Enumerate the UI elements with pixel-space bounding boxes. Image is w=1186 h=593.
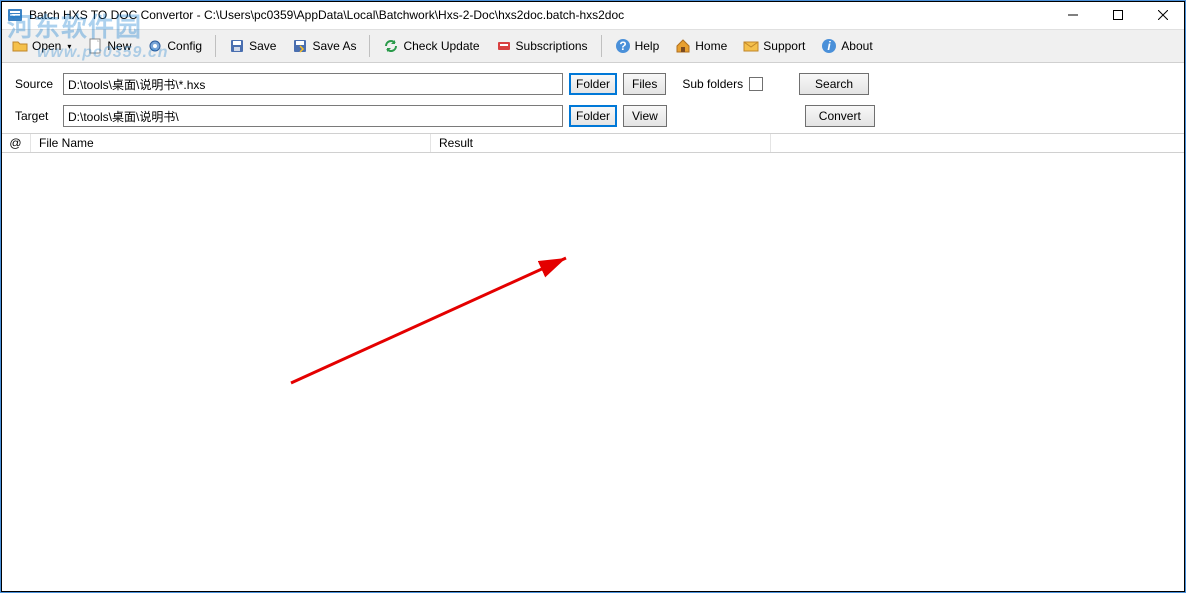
open-label: Open bbox=[32, 39, 61, 53]
home-button[interactable]: Home bbox=[668, 34, 734, 58]
home-label: Home bbox=[695, 39, 727, 53]
minimize-button[interactable] bbox=[1050, 1, 1095, 29]
new-file-icon bbox=[87, 38, 103, 54]
refresh-icon bbox=[383, 38, 399, 54]
annotation-arrow bbox=[281, 253, 581, 393]
config-button[interactable]: Config bbox=[140, 34, 209, 58]
app-icon bbox=[7, 7, 23, 23]
close-button[interactable] bbox=[1140, 1, 1185, 29]
check-update-label: Check Update bbox=[403, 39, 479, 53]
source-label: Source bbox=[15, 77, 57, 91]
envelope-icon bbox=[743, 38, 759, 54]
help-button[interactable]: ? Help bbox=[608, 34, 667, 58]
check-update-button[interactable]: Check Update bbox=[376, 34, 486, 58]
new-button[interactable]: New bbox=[80, 34, 138, 58]
help-label: Help bbox=[635, 39, 660, 53]
sub-folders-group: Sub folders bbox=[682, 77, 763, 91]
window-controls bbox=[1050, 1, 1185, 29]
gear-icon bbox=[147, 38, 163, 54]
support-button[interactable]: Support bbox=[736, 34, 812, 58]
col-spacer bbox=[771, 134, 1185, 152]
about-label: About bbox=[841, 39, 872, 53]
save-as-label: Save As bbox=[312, 39, 356, 53]
col-at[interactable]: @ bbox=[1, 134, 31, 152]
help-icon: ? bbox=[615, 38, 631, 54]
source-row: Source Folder Files Sub folders Search bbox=[15, 73, 1171, 95]
svg-text:?: ? bbox=[619, 39, 626, 53]
support-label: Support bbox=[763, 39, 805, 53]
new-label: New bbox=[107, 39, 131, 53]
col-result[interactable]: Result bbox=[431, 134, 771, 152]
config-label: Config bbox=[167, 39, 202, 53]
maximize-button[interactable] bbox=[1095, 1, 1140, 29]
home-icon bbox=[675, 38, 691, 54]
folder-open-icon bbox=[12, 38, 28, 54]
table-header: @ File Name Result bbox=[1, 133, 1185, 153]
cart-icon bbox=[496, 38, 512, 54]
toolbar: Open ▾ New Config Save Save As Check Upd… bbox=[1, 29, 1185, 63]
sub-folders-checkbox[interactable] bbox=[749, 77, 763, 91]
view-button[interactable]: View bbox=[623, 105, 667, 127]
subscriptions-label: Subscriptions bbox=[516, 39, 588, 53]
convert-button[interactable]: Convert bbox=[805, 105, 875, 127]
form-area: Source Folder Files Sub folders Search T… bbox=[1, 63, 1185, 133]
app-window: Batch HXS TO DOC Convertor - C:\Users\pc… bbox=[0, 0, 1186, 593]
target-label: Target bbox=[15, 109, 57, 123]
about-button[interactable]: i About bbox=[814, 34, 879, 58]
window-title: Batch HXS TO DOC Convertor - C:\Users\pc… bbox=[29, 8, 1050, 22]
disk-icon bbox=[229, 38, 245, 54]
open-button[interactable]: Open ▾ bbox=[5, 34, 78, 58]
toolbar-separator bbox=[601, 35, 602, 57]
files-button[interactable]: Files bbox=[623, 73, 666, 95]
info-icon: i bbox=[821, 38, 837, 54]
source-folder-button[interactable]: Folder bbox=[569, 73, 617, 95]
target-folder-button[interactable]: Folder bbox=[569, 105, 617, 127]
target-input[interactable] bbox=[63, 105, 563, 127]
table-body[interactable] bbox=[1, 153, 1185, 592]
chevron-down-icon: ▾ bbox=[67, 42, 71, 51]
subscriptions-button[interactable]: Subscriptions bbox=[489, 34, 595, 58]
save-label: Save bbox=[249, 39, 276, 53]
target-row: Target Folder View Convert bbox=[15, 105, 1171, 127]
toolbar-separator bbox=[369, 35, 370, 57]
search-button[interactable]: Search bbox=[799, 73, 869, 95]
sub-folders-label: Sub folders bbox=[682, 77, 743, 91]
source-input[interactable] bbox=[63, 73, 563, 95]
titlebar: Batch HXS TO DOC Convertor - C:\Users\pc… bbox=[1, 1, 1185, 29]
toolbar-separator bbox=[215, 35, 216, 57]
col-file-name[interactable]: File Name bbox=[31, 134, 431, 152]
save-as-button[interactable]: Save As bbox=[285, 34, 363, 58]
disk-arrow-icon bbox=[292, 38, 308, 54]
save-button[interactable]: Save bbox=[222, 34, 283, 58]
